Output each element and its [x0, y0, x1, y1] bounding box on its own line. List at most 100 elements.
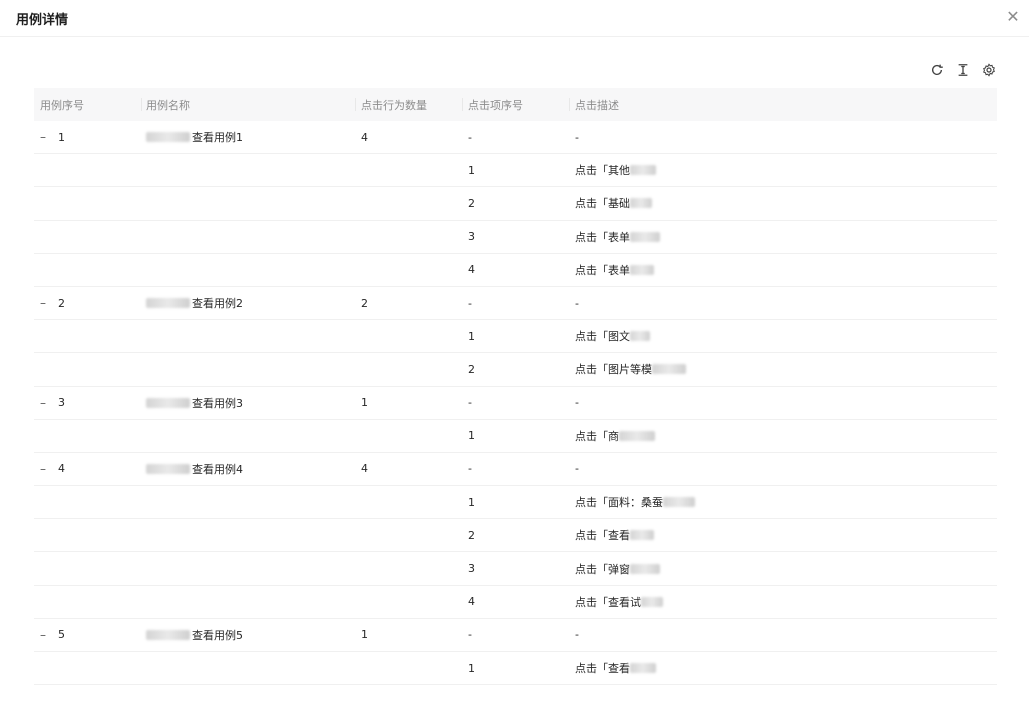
- click-desc: 点击「图片等模: [575, 363, 652, 377]
- click-desc-cell: 点击「查看: [569, 660, 997, 676]
- click-desc: 点击「查看: [575, 662, 630, 676]
- redacted-text: [630, 663, 656, 674]
- item-seq: -: [468, 130, 472, 144]
- click-desc-cell: -: [569, 297, 997, 310]
- click-desc: 点击「查看: [575, 529, 630, 543]
- case-seq-cell: –4: [34, 462, 141, 476]
- item-seq-cell: 4: [462, 263, 569, 276]
- table-row: 3 点击「弹窗: [34, 552, 997, 586]
- column-height-icon[interactable]: [955, 62, 971, 78]
- redacted-text: [146, 397, 190, 408]
- click-desc-cell: 点击「表单: [569, 229, 997, 245]
- item-seq-cell: 3: [462, 230, 569, 243]
- redacted-text: [146, 132, 190, 143]
- case-name-cell: 查看用例1: [141, 129, 355, 145]
- click-desc-cell: -: [569, 131, 997, 144]
- case-name-cell: 查看用例4: [141, 461, 355, 477]
- click-desc-cell: 点击「查看试: [569, 594, 997, 610]
- close-icon[interactable]: ✕: [1005, 9, 1021, 25]
- table-row: –3 查看用例3 1 - -: [34, 387, 997, 420]
- column-header-case-name[interactable]: 用例名称: [141, 88, 355, 121]
- case-seq: 4: [58, 462, 65, 476]
- click-count-cell: 4: [355, 131, 462, 144]
- item-seq-cell: 4: [462, 595, 569, 608]
- redacted-text: [146, 298, 190, 309]
- refresh-icon[interactable]: [929, 62, 945, 78]
- click-desc: 点击「其他: [575, 164, 630, 178]
- redacted-text: [146, 463, 190, 474]
- modal-title: 用例详情: [16, 12, 69, 28]
- item-seq-cell: 2: [462, 197, 569, 210]
- click-desc: -: [575, 396, 579, 410]
- column-header-click-count[interactable]: 点击行为数量: [355, 88, 462, 121]
- collapse-icon[interactable]: –: [40, 396, 50, 410]
- item-seq: 1: [468, 495, 475, 509]
- collapse-icon[interactable]: –: [40, 130, 50, 144]
- item-seq: 4: [468, 595, 475, 609]
- redacted-text: [146, 629, 190, 640]
- click-desc: 点击「面料：桑蚕: [575, 496, 663, 510]
- settings-icon[interactable]: [981, 62, 997, 78]
- table-header: 用例序号 用例名称 点击行为数量 点击项序号 点击描述: [34, 88, 997, 121]
- redacted-text: [630, 165, 656, 176]
- click-desc: -: [575, 296, 579, 310]
- item-seq: 2: [468, 528, 475, 542]
- table-row: –4 查看用例4 4- -: [34, 453, 997, 487]
- click-desc: -: [575, 462, 579, 476]
- case-table: 用例序号 用例名称 点击行为数量 点击项序号 点击描述 –1 查看用例1 4- -1 点…: [34, 88, 997, 686]
- collapse-icon[interactable]: –: [40, 296, 50, 310]
- case-seq-cell: –3: [34, 396, 141, 410]
- item-seq-cell: 2: [462, 529, 569, 542]
- table-row: 1 点击「面料：桑蚕: [34, 486, 997, 520]
- case-seq: 1: [58, 130, 65, 144]
- collapse-icon[interactable]: –: [40, 462, 50, 476]
- table-row: 1 点击「图文: [34, 320, 997, 354]
- click-count-cell: 1: [355, 396, 462, 409]
- table-body: –1 查看用例1 4- -1 点击「其他 2 点击「基础 3 点击「表单 4 点击「表单 –2 查看用例…: [34, 121, 997, 686]
- item-seq: 1: [468, 429, 475, 443]
- click-count-cell: 4: [355, 462, 462, 475]
- item-seq-cell: 1: [462, 429, 569, 442]
- click-desc-cell: -: [569, 628, 997, 641]
- case-seq-cell: –5: [34, 628, 141, 642]
- item-seq-cell: 1: [462, 662, 569, 675]
- column-header-case-seq[interactable]: 用例序号: [34, 88, 141, 121]
- item-seq-cell: -: [462, 462, 569, 475]
- click-desc-cell: 点击「其他: [569, 162, 997, 178]
- click-desc: 点击「表单: [575, 230, 630, 244]
- click-desc: 点击「弹窗: [575, 562, 630, 576]
- click-desc-cell: 点击「图片等模: [569, 361, 997, 377]
- item-seq-cell: 2: [462, 363, 569, 376]
- case-seq: 3: [58, 396, 65, 410]
- redacted-text: [641, 596, 663, 607]
- table-row: –2 查看用例2 2- -: [34, 287, 997, 321]
- collapse-icon[interactable]: –: [40, 628, 50, 642]
- table-row: 4 点击「查看试: [34, 586, 997, 619]
- case-name-cell: 查看用例5: [141, 627, 355, 643]
- case-detail-modal: 用例详情 ✕ 用例序号 用例名称 点击行为数量 点击项序号 点击描述 –1 查看用…: [0, 0, 1029, 709]
- item-seq-cell: -: [462, 297, 569, 310]
- redacted-text: [630, 331, 650, 342]
- redacted-text: [630, 530, 654, 541]
- click-desc: -: [575, 628, 579, 642]
- click-desc-cell: 点击「弹窗: [569, 561, 997, 577]
- table-toolbar: [929, 62, 997, 78]
- item-seq: 1: [468, 163, 475, 177]
- click-count-cell: 2: [355, 297, 462, 310]
- click-desc-cell: 点击「基础: [569, 195, 997, 211]
- click-desc: 点击「查看试: [575, 595, 641, 609]
- click-desc-cell: 点击「图文: [569, 328, 997, 344]
- redacted-text: [630, 264, 654, 275]
- click-desc: 点击「图文: [575, 330, 630, 344]
- item-seq: 4: [468, 263, 475, 277]
- click-desc: 点击「表单: [575, 263, 630, 277]
- click-count: 1: [361, 628, 368, 642]
- table-row: –5 查看用例5 1 - -: [34, 619, 997, 652]
- column-header-item-seq[interactable]: 点击项序号: [462, 88, 569, 121]
- item-seq-cell: -: [462, 396, 569, 409]
- click-desc: 点击「基础: [575, 197, 630, 211]
- table-row: 1 点击「商: [34, 420, 997, 453]
- redacted-text: [630, 563, 660, 574]
- click-count: 4: [361, 462, 368, 476]
- column-header-click-desc[interactable]: 点击描述: [569, 88, 997, 121]
